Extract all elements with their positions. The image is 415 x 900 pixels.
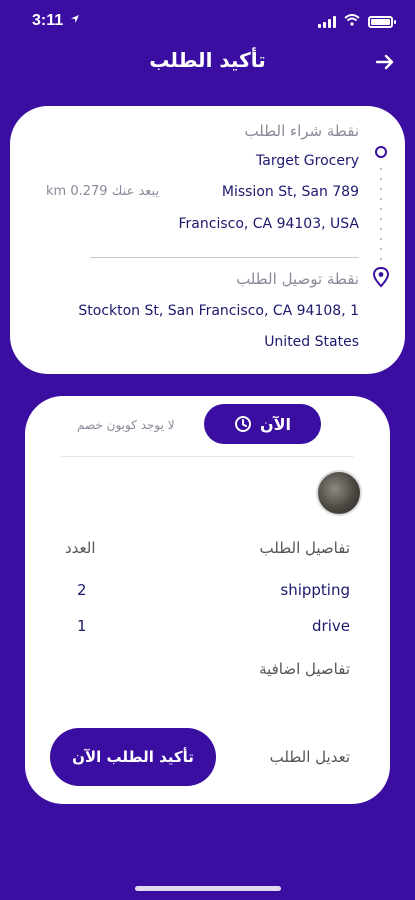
- location-pin-icon: [371, 266, 391, 288]
- item-name: shippting: [280, 581, 350, 599]
- order-details-header: تفاصيل الطلب: [259, 539, 350, 557]
- edit-order-button[interactable]: تعديل الطلب: [270, 748, 350, 766]
- distance-text: يبعد عنك 0.279 km: [46, 184, 160, 199]
- delivery-label: نقطة توصيل الطلب: [236, 270, 359, 288]
- extra-details-label: تفاصيل اضافية: [259, 660, 350, 678]
- coupon-text: لا يوجد كوبون خصم: [77, 418, 175, 432]
- item-qty: 1: [77, 617, 87, 635]
- back-button[interactable]: [369, 46, 401, 78]
- page-title: تأكيد الطلب: [149, 48, 266, 72]
- pickup-label: نقطة شراء الطلب: [244, 122, 359, 140]
- route-dotted-line: [380, 164, 382, 264]
- home-indicator: [135, 886, 281, 891]
- order-divider: [61, 456, 354, 457]
- route-divider: [90, 257, 359, 258]
- delivery-address-line2: United States: [264, 334, 359, 350]
- header: تأكيد الطلب: [0, 42, 415, 82]
- avatar: [316, 470, 362, 516]
- order-card: الآن لا يوجد كوبون خصم تفاصيل الطلب العد…: [25, 396, 390, 804]
- status-time: 3:11: [32, 12, 64, 29]
- clock-icon: [234, 416, 251, 432]
- count-header: العدد: [65, 539, 96, 557]
- pickup-address-line1: Mission St, San 789: [221, 184, 359, 200]
- item-name: drive: [312, 617, 350, 635]
- route-card: نقطة شراء الطلب Target Grocery Mission S…: [10, 106, 405, 374]
- arrow-right-icon: [375, 54, 394, 70]
- item-qty: 2: [77, 581, 87, 599]
- confirm-order-button[interactable]: تأكيد الطلب الآن: [50, 728, 216, 786]
- status-bar: 3:11: [0, 0, 415, 44]
- signal-icon: [318, 16, 336, 28]
- delivery-address-line1: Stockton St, San Francisco, CA 94108, 1: [78, 303, 359, 319]
- pickup-name: Target Grocery: [256, 153, 359, 169]
- pickup-address-line2: Francisco, CA 94103, USA: [178, 216, 360, 232]
- route-dot-icon: [375, 146, 387, 158]
- now-button[interactable]: الآن: [204, 404, 321, 444]
- confirm-order-label: تأكيد الطلب الآن: [72, 748, 194, 766]
- status-icons: [318, 13, 396, 31]
- now-label: الآن: [259, 414, 292, 434]
- wifi-icon: [344, 13, 360, 31]
- location-arrow-icon: [70, 14, 80, 27]
- battery-icon: [368, 16, 396, 28]
